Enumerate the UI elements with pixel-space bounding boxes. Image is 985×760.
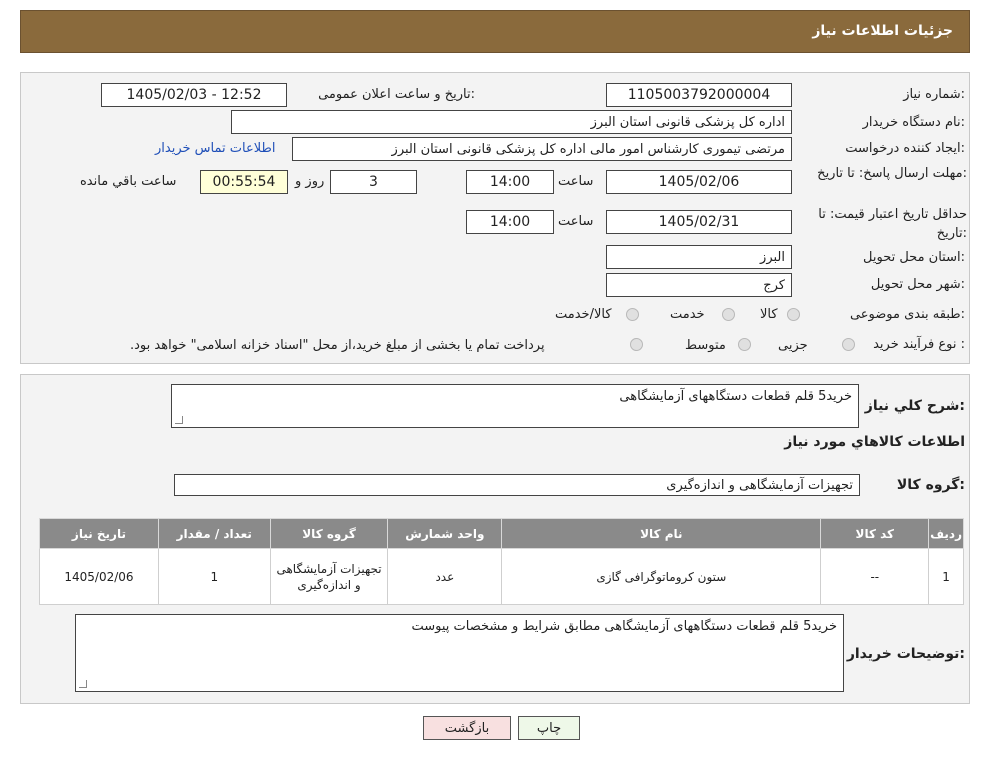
category-option-goods-service: کالا/خدمت <box>555 307 612 322</box>
validity-date-field: 1405/02/31 <box>606 210 792 234</box>
cell-row-number: 1 <box>928 548 964 605</box>
category-option-goods: کالا <box>760 307 778 322</box>
days-label: روز و <box>295 174 325 189</box>
buyer-notes-textarea[interactable]: خرید5 قلم قطعات دستگاههای آزمایشگاهی مطا… <box>75 614 844 692</box>
cell-item-code: -- <box>820 548 930 605</box>
process-label: نوع فرآیند خرید : <box>873 337 965 352</box>
process-radio-medium[interactable] <box>738 338 751 351</box>
announce-label: تاریخ و ساعت اعلان عمومی: <box>318 87 475 102</box>
col-item-code: کد کالا <box>820 518 930 549</box>
deadline-date-field: 1405/02/06 <box>606 170 792 194</box>
city-label: شهر محل تحویل: <box>870 277 965 292</box>
remaining-time-field: 00:55:54 <box>200 170 288 194</box>
process-note: پرداخت تمام یا بخشی از مبلغ خرید،از محل … <box>130 338 545 353</box>
city-field: کرج <box>606 273 792 297</box>
summary-text: خرید5 قلم قطعات دستگاههای آزمایشگاهی <box>619 389 852 404</box>
category-radio-goods-service[interactable] <box>626 308 639 321</box>
province-label: استان محل تحویل: <box>863 250 965 265</box>
process-radio-minor[interactable] <box>842 338 855 351</box>
summary-textarea[interactable]: خرید5 قلم قطعات دستگاههای آزمایشگاهی <box>171 384 859 428</box>
validity-label: حداقل تاریخ اعتبار قیمت: تا تاریخ: <box>818 207 967 241</box>
page-title: جزئیات اطلاعات نیاز <box>812 23 953 39</box>
need-number-label: شماره نیاز: <box>903 87 965 102</box>
buyer-contact-link[interactable]: اطلاعات تماس خریدار <box>155 141 275 156</box>
col-quantity: تعداد / مقدار <box>157 518 271 549</box>
summary-label: شرح کلي نياز: <box>864 398 965 414</box>
back-button[interactable]: بازگشت <box>423 716 511 740</box>
process-option-minor: جزیی <box>778 338 808 353</box>
col-row-number: رديف <box>928 518 964 549</box>
province-field: البرز <box>606 245 792 269</box>
col-group: گروه کالا <box>269 518 389 549</box>
resize-grip-icon[interactable] <box>79 680 87 688</box>
days-field: 3 <box>330 170 417 194</box>
deadline-label: مهلت ارسال پاسخ: تا تاریخ: <box>817 166 967 181</box>
cell-quantity: 1 <box>157 548 271 605</box>
table-header-row: رديف کد کالا نام کالا واحد شمارش گروه کا… <box>39 518 964 549</box>
cell-group: تجهیزات آزمایشگاهی و اندازه‌گیری <box>269 548 389 605</box>
goods-group-label: گروه کالا: <box>896 477 965 493</box>
buyer-org-label: نام دستگاه خریدار: <box>862 115 965 130</box>
creator-label: ایجاد کننده درخواست: <box>845 141 965 156</box>
table-row: 1 -- ستون کروماتوگرافی گازی عدد تجهیزات … <box>39 548 964 605</box>
category-radio-goods[interactable] <box>787 308 800 321</box>
buyer-notes-label: توضيحات خريدار: <box>846 646 965 662</box>
page-header: جزئیات اطلاعات نیاز <box>20 10 970 53</box>
col-need-date: تاريخ نياز <box>39 518 159 549</box>
creator-field: مرتضی تیموری کارشناس امور مالی اداره کل … <box>292 137 792 161</box>
buyer-notes-text: خرید5 قلم قطعات دستگاههای آزمایشگاهی مطا… <box>411 619 837 634</box>
deadline-time-field: 14:00 <box>466 170 554 194</box>
announce-field: 1405/02/03 - 12:52 <box>101 83 287 107</box>
col-item-name: نام کالا <box>501 518 822 549</box>
print-button[interactable]: چاپ <box>518 716 580 740</box>
deadline-time-label: ساعت <box>558 174 594 189</box>
goods-table: رديف کد کالا نام کالا واحد شمارش گروه کا… <box>39 518 964 605</box>
cell-unit: عدد <box>387 548 503 605</box>
process-option-medium: متوسط <box>685 338 726 353</box>
validity-time-label: ساعت <box>558 214 594 229</box>
col-unit: واحد شمارش <box>387 518 503 549</box>
validity-time-field: 14:00 <box>466 210 554 234</box>
need-number-field: 1105003792000004 <box>606 83 792 107</box>
process-radio-treasury[interactable] <box>630 338 643 351</box>
category-option-service: خدمت <box>670 307 705 322</box>
resize-grip-icon[interactable] <box>175 416 183 424</box>
goods-info-title: اطلاعات کالاهاي مورد نياز <box>784 434 965 450</box>
remaining-time-label: ساعت باقي مانده <box>80 174 177 189</box>
goods-group-field: تجهیزات آزمایشگاهی و اندازه‌گیری <box>174 474 860 496</box>
cell-need-date: 1405/02/06 <box>39 548 159 605</box>
buyer-org-field: اداره کل پزشکی قانونی استان البرز <box>231 110 792 134</box>
cell-item-name: ستون کروماتوگرافی گازی <box>501 548 822 605</box>
category-label: طبقه بندی موضوعی: <box>849 307 965 322</box>
category-radio-service[interactable] <box>722 308 735 321</box>
